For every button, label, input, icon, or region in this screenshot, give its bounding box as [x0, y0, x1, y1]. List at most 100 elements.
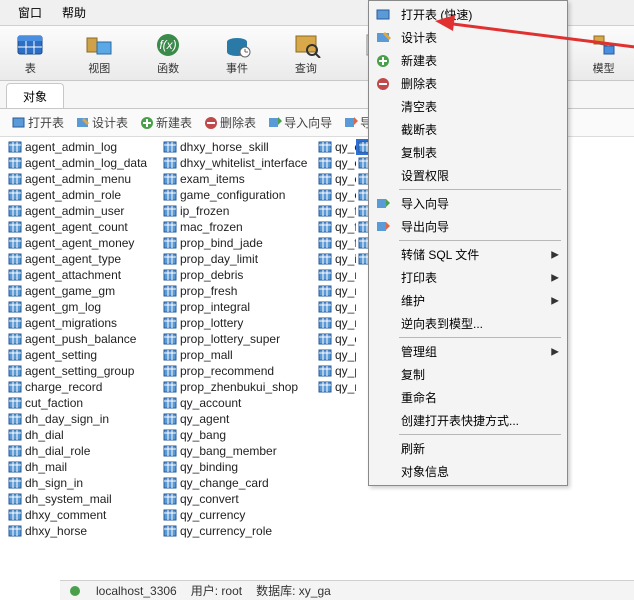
table-row[interactable]: prop_zhenbukui_shop: [161, 379, 316, 395]
table-row[interactable]: dh_system_mail: [6, 491, 161, 507]
table-row[interactable]: qy_o: [316, 331, 356, 347]
table-row[interactable]: qy_bang: [161, 427, 316, 443]
ctx-refresh[interactable]: 刷新: [371, 437, 565, 460]
ctx-import[interactable]: 导入向导: [371, 192, 565, 215]
table-row[interactable]: prop_integral: [161, 299, 316, 315]
table-row[interactable]: cut_faction: [6, 395, 161, 411]
table-row[interactable]: qy_m: [316, 283, 356, 299]
table-row[interactable]: prop_fresh: [161, 283, 316, 299]
table-row[interactable]: agent_admin_log_data: [6, 155, 161, 171]
table-row[interactable]: agent_gm_log: [6, 299, 161, 315]
tab-objects[interactable]: 对象: [6, 83, 64, 108]
tool-model[interactable]: 模型: [583, 32, 624, 76]
table-row[interactable]: qy_fi: [316, 203, 356, 219]
table-row[interactable]: agent_admin_user: [6, 203, 161, 219]
ctx-new[interactable]: 新建表: [371, 49, 565, 72]
table-row[interactable]: agent_game_gm: [6, 283, 161, 299]
ctx-design[interactable]: 设计表: [371, 26, 565, 49]
table-row[interactable]: qy_agent: [161, 411, 316, 427]
ctx-manage-group[interactable]: 管理组▶: [371, 340, 565, 363]
table-row[interactable]: qy_m: [316, 267, 356, 283]
table-row[interactable]: qy_m: [316, 299, 356, 315]
table-row[interactable]: qy_p: [316, 347, 356, 363]
action-open-table[interactable]: 打开表: [8, 113, 68, 132]
menu-help[interactable]: 帮助: [52, 2, 96, 23]
table-row[interactable]: agent_admin_log: [6, 139, 161, 155]
tool-table[interactable]: 表: [10, 32, 51, 76]
table-row[interactable]: dhxy_horse_skill: [161, 139, 316, 155]
action-design-table[interactable]: 设计表: [72, 113, 132, 132]
table-row[interactable]: qy_currency: [161, 507, 316, 523]
ctx-reverse-model[interactable]: 逆向表到模型...: [371, 312, 565, 335]
ctx-maintain[interactable]: 维护▶: [371, 289, 565, 312]
table-row[interactable]: dh_day_sign_in: [6, 411, 161, 427]
menu-window[interactable]: 窗口: [8, 2, 52, 23]
ctx-dump-sql[interactable]: 转储 SQL 文件▶: [371, 243, 565, 266]
ctx-object-info[interactable]: 对象信息: [371, 460, 565, 483]
table-row[interactable]: qy_c: [316, 139, 356, 155]
table-row[interactable]: qy_i: [316, 251, 356, 267]
table-row[interactable]: dh_dial_role: [6, 443, 161, 459]
table-row[interactable]: qy_account: [161, 395, 316, 411]
table-row[interactable]: qy_fr: [316, 235, 356, 251]
ctx-clear[interactable]: 清空表: [371, 95, 565, 118]
table-row[interactable]: qy_p: [316, 363, 356, 379]
table-row[interactable]: dh_sign_in: [6, 475, 161, 491]
table-row[interactable]: exam_items: [161, 171, 316, 187]
table-row[interactable]: dhxy_whitelist_interface: [161, 155, 316, 171]
ctx-print[interactable]: 打印表▶: [371, 266, 565, 289]
table-row[interactable]: prop_lottery_super: [161, 331, 316, 347]
table-row[interactable]: ip_frozen: [161, 203, 316, 219]
table-row[interactable]: prop_debris: [161, 267, 316, 283]
table-row[interactable]: qy_binding: [161, 459, 316, 475]
ctx-set-permissions[interactable]: 设置权限: [371, 164, 565, 187]
action-new-table[interactable]: 新建表: [136, 113, 196, 132]
table-row[interactable]: qy_fi: [316, 219, 356, 235]
table-row[interactable]: agent_agent_money: [6, 235, 161, 251]
table-row[interactable]: agent_setting_group: [6, 363, 161, 379]
ctx-rename[interactable]: 重命名: [371, 386, 565, 409]
table-row[interactable]: qy_change_card: [161, 475, 316, 491]
table-row[interactable]: qy_convert: [161, 491, 316, 507]
table-row[interactable]: qy_bang_member: [161, 443, 316, 459]
tool-view[interactable]: 视图: [79, 32, 120, 76]
table-row[interactable]: agent_setting: [6, 347, 161, 363]
tool-query[interactable]: 查询: [285, 32, 326, 76]
table-row[interactable]: mac_frozen: [161, 219, 316, 235]
ctx-truncate[interactable]: 截断表: [371, 118, 565, 141]
ctx-export[interactable]: 导出向导: [371, 215, 565, 238]
table-row[interactable]: charge_record: [6, 379, 161, 395]
table-row[interactable]: dhxy_comment: [6, 507, 161, 523]
table-row[interactable]: agent_agent_count: [6, 219, 161, 235]
table-row[interactable]: prop_day_limit: [161, 251, 316, 267]
table-row[interactable]: agent_attachment: [6, 267, 161, 283]
tool-event[interactable]: 事件: [217, 32, 258, 76]
table-row[interactable]: agent_agent_type: [6, 251, 161, 267]
ctx-delete[interactable]: 删除表: [371, 72, 565, 95]
table-row[interactable]: dhxy_horse: [6, 523, 161, 539]
ctx-open-fast[interactable]: 打开表 (快速): [371, 3, 565, 26]
table-row[interactable]: qy_e: [316, 171, 356, 187]
ctx-copy-table[interactable]: 复制表: [371, 141, 565, 164]
ctx-copy[interactable]: 复制: [371, 363, 565, 386]
table-row[interactable]: dh_dial: [6, 427, 161, 443]
action-import-wizard[interactable]: 导入向导: [264, 113, 336, 132]
table-row[interactable]: game_configuration: [161, 187, 316, 203]
table-row[interactable]: prop_mall: [161, 347, 316, 363]
table-row[interactable]: agent_migrations: [6, 315, 161, 331]
table-row[interactable]: agent_push_balance: [6, 331, 161, 347]
table-row[interactable]: qy_e: [316, 155, 356, 171]
action-delete-table[interactable]: 删除表: [200, 113, 260, 132]
table-row[interactable]: dh_mail: [6, 459, 161, 475]
ctx-shortcut[interactable]: 创建打开表快捷方式...: [371, 409, 565, 432]
table-row[interactable]: agent_admin_role: [6, 187, 161, 203]
table-row[interactable]: qy_n: [316, 315, 356, 331]
table-row[interactable]: qy_re: [316, 379, 356, 395]
tool-function[interactable]: f(x) 函数: [148, 32, 189, 76]
table-row[interactable]: agent_admin_menu: [6, 171, 161, 187]
table-row[interactable]: prop_bind_jade: [161, 235, 316, 251]
table-row[interactable]: prop_lottery: [161, 315, 316, 331]
table-row[interactable]: prop_recommend: [161, 363, 316, 379]
table-row[interactable]: qy_currency_role: [161, 523, 316, 539]
table-row[interactable]: qy_e: [316, 187, 356, 203]
